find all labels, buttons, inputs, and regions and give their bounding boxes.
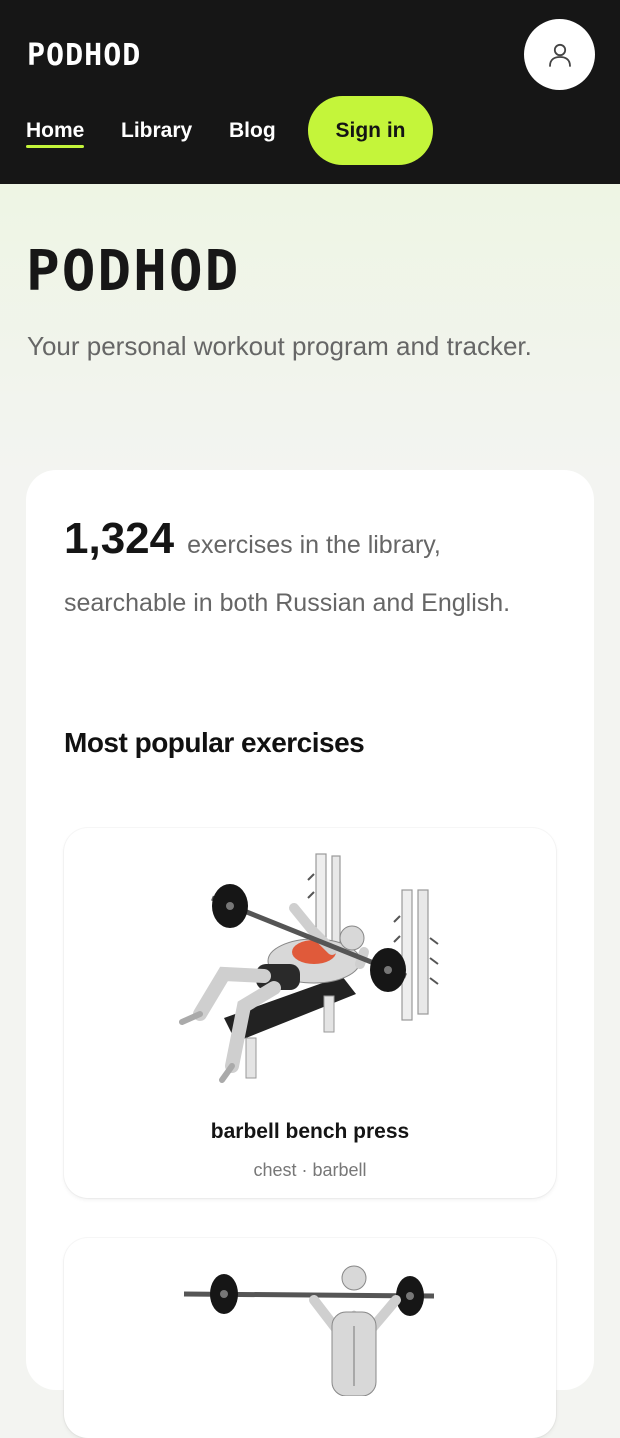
hero-section: PODHOD Your personal workout program and… [0,184,620,474]
signin-button[interactable]: Sign in [308,96,433,165]
exercise-name: barbell bench press [210,1120,410,1143]
user-icon [548,43,571,67]
page-title: PODHOD [26,239,241,304]
account-button[interactable] [524,19,595,90]
site-header: PODHOD Home Library Blog Sign in [0,0,620,184]
nav-home[interactable]: Home [26,96,85,166]
logo[interactable]: PODHOD [27,38,141,74]
nav-library[interactable]: Library [121,96,192,166]
overhead-press-illustration [183,1265,435,1396]
exercise-card[interactable] [64,1238,556,1438]
nav-blog[interactable]: Blog [229,96,276,166]
exercise-count: 1,324 [64,514,175,563]
page-subtitle: Your personal workout program and tracke… [27,331,532,361]
library-stats: 1,324 exercises in the library, searchab… [64,510,534,632]
exercise-card[interactable]: barbell bench press chest · barbell [64,828,556,1198]
library-card: 1,324 exercises in the library, searchab… [26,470,594,1438]
exercise-meta: chest · barbell [253,1160,367,1180]
bench-press-illustration [179,853,439,1083]
popular-title: Most popular exercises [64,727,365,758]
main-nav: Home Library Blog Sign in [0,96,620,166]
